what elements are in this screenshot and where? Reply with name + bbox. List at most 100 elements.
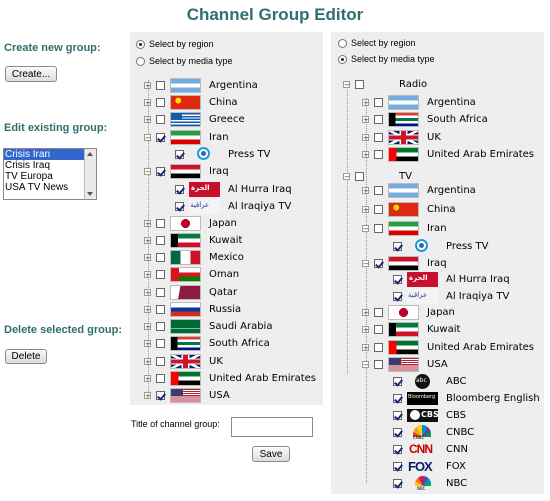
radio-select-region[interactable]: Select by region [338, 36, 416, 50]
delete-button[interactable]: Delete [5, 349, 47, 364]
checkbox[interactable] [374, 258, 383, 268]
checkbox[interactable] [393, 376, 402, 386]
tree-country-row[interactable]: + Kuwait [144, 232, 242, 248]
checkbox[interactable] [156, 114, 165, 124]
checkbox[interactable] [393, 410, 402, 420]
tree-country-row[interactable]: + Saudi Arabia [144, 318, 272, 334]
tree-country-row[interactable]: + South Africa [144, 335, 270, 351]
expand-icon[interactable]: + [144, 270, 151, 278]
checkbox[interactable] [355, 171, 364, 181]
expand-icon[interactable]: + [144, 391, 151, 399]
collapse-icon[interactable]: − [144, 133, 151, 141]
tree-country-row[interactable]: + Oman [144, 266, 239, 282]
expand-icon[interactable]: + [362, 98, 369, 106]
tree-country-row[interactable]: + Argentina [144, 77, 258, 93]
checkbox[interactable] [374, 324, 383, 334]
checkbox[interactable] [156, 304, 165, 314]
expand-icon[interactable]: + [144, 288, 151, 296]
expand-icon[interactable]: + [362, 115, 369, 123]
checkbox[interactable] [374, 204, 383, 214]
collapse-icon[interactable]: − [362, 224, 369, 232]
tree-country-row[interactable]: + Russia [144, 301, 241, 317]
title-input[interactable] [231, 417, 313, 437]
tree-country-row[interactable]: + Argentina [362, 94, 476, 110]
tree-channel-row[interactable]: CNN CNN [381, 441, 468, 457]
expand-icon[interactable]: + [144, 236, 151, 244]
checkbox[interactable] [156, 235, 165, 245]
tree-country-row[interactable]: + Mexico [144, 249, 244, 265]
collapse-icon[interactable]: − [362, 259, 369, 267]
tree-channel-row[interactable]: الحرة Al Hurra Iraq [163, 181, 292, 197]
group-option[interactable]: Crisis Iran [4, 149, 96, 160]
group-option[interactable]: TV Europa [4, 171, 96, 182]
group-option[interactable]: Crisis Iraq [4, 160, 96, 171]
checkbox[interactable] [374, 223, 383, 233]
tree-country-row[interactable]: + Greece [144, 111, 245, 127]
checkbox[interactable] [175, 149, 184, 159]
tree-country-row[interactable]: + United Arab Emirates [362, 146, 534, 162]
radio-select-media[interactable]: Select by media type [338, 52, 435, 66]
checkbox[interactable] [156, 321, 165, 331]
checkbox[interactable] [374, 185, 383, 195]
tree-channel-row[interactable]: Press TV [381, 238, 488, 254]
expand-icon[interactable]: + [144, 305, 151, 313]
tree-channel-row[interactable]: CNBC CNBC [381, 424, 474, 440]
checkbox[interactable] [374, 97, 383, 107]
collapse-icon[interactable]: − [144, 167, 151, 175]
checkbox[interactable] [156, 356, 165, 366]
create-button[interactable]: Create... [5, 66, 57, 82]
radio-select-media[interactable]: Select by media type [136, 54, 233, 68]
checkbox[interactable] [393, 274, 402, 284]
collapse-icon[interactable]: − [343, 172, 350, 180]
tree-country-row[interactable]: − Iraq [144, 163, 229, 179]
tree-country-row[interactable]: + Qatar [144, 284, 237, 300]
tree-country-row[interactable]: + USA [144, 387, 230, 403]
checkbox[interactable] [393, 444, 402, 454]
tree-channel-row[interactable]: Press TV [163, 146, 270, 162]
expand-icon[interactable]: + [144, 339, 151, 347]
tree-channel-row[interactable]: عراقية Al Iraqiya TV [163, 198, 291, 214]
checkbox[interactable] [393, 461, 402, 471]
checkbox[interactable] [374, 114, 383, 124]
checkbox[interactable] [393, 291, 402, 301]
checkbox[interactable] [156, 338, 165, 348]
expand-icon[interactable]: + [144, 219, 151, 227]
tree-country-row[interactable]: − Iraq [362, 255, 447, 271]
tree-country-row[interactable]: + Japan [362, 304, 455, 320]
checkbox[interactable] [156, 132, 165, 142]
expand-icon[interactable]: + [144, 115, 151, 123]
listbox-scrollbar[interactable] [84, 149, 96, 199]
checkbox[interactable] [393, 241, 402, 251]
checkbox[interactable] [374, 307, 383, 317]
checkbox[interactable] [156, 373, 165, 383]
checkbox[interactable] [374, 359, 383, 369]
tree-country-row[interactable]: − Iran [144, 129, 229, 145]
checkbox[interactable] [355, 79, 364, 89]
radio-icon[interactable] [136, 39, 145, 49]
checkbox[interactable] [156, 218, 165, 228]
expand-icon[interactable]: + [144, 81, 151, 89]
tree-channel-row[interactable]: abc ABC [381, 373, 467, 389]
checkbox[interactable] [156, 80, 165, 90]
tree-channel-row[interactable]: NBC NBC [381, 475, 467, 491]
checkbox[interactable] [393, 427, 402, 437]
tree-country-row[interactable]: + China [144, 94, 238, 110]
checkbox[interactable] [156, 166, 165, 176]
expand-icon[interactable]: + [362, 308, 369, 316]
expand-icon[interactable]: + [144, 357, 151, 365]
save-button[interactable]: Save [252, 446, 290, 462]
checkbox[interactable] [393, 478, 402, 488]
tree-country-row[interactable]: − USA [362, 356, 448, 372]
expand-icon[interactable]: + [144, 253, 151, 261]
radio-icon[interactable] [338, 54, 347, 64]
tree-country-row[interactable]: + China [362, 201, 456, 217]
collapse-icon[interactable]: − [343, 80, 350, 88]
tree-country-row[interactable]: + UK [144, 353, 223, 369]
expand-icon[interactable]: + [362, 205, 369, 213]
checkbox[interactable] [374, 132, 383, 142]
group-listbox[interactable]: Crisis Iran Crisis Iraq TV Europa USA TV… [3, 148, 97, 200]
tree-channel-row[interactable]: عراقية Al Iraqiya TV [381, 288, 509, 304]
expand-icon[interactable]: + [144, 98, 151, 106]
tree-country-row[interactable]: + UK [362, 129, 441, 145]
tree-country-row[interactable]: − Iran [362, 220, 447, 236]
